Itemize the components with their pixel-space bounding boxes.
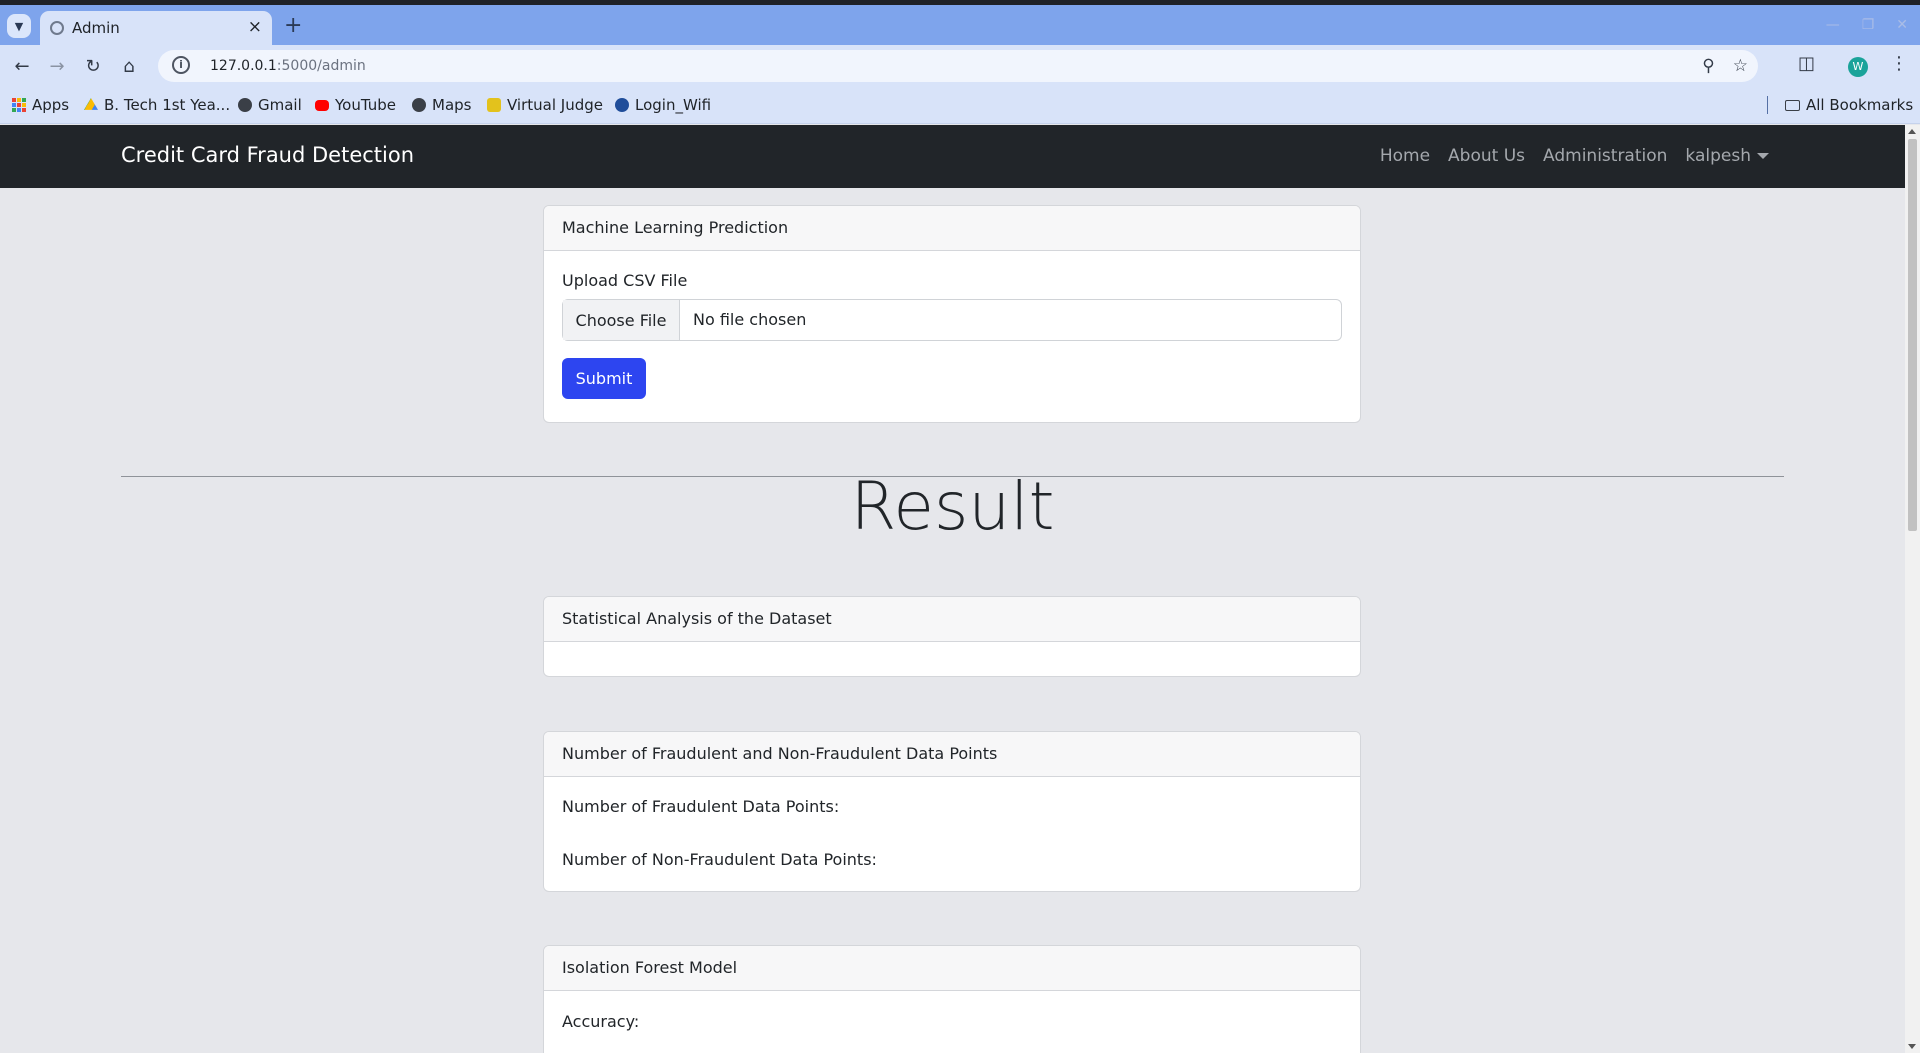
- chevron-down-icon: ▼: [14, 19, 24, 33]
- drive-icon: [84, 98, 98, 110]
- bookmark-gmail[interactable]: Gmail: [238, 96, 302, 114]
- menu-icon[interactable]: ⋮: [1890, 53, 1908, 74]
- iforest-card-header: Isolation Forest Model: [544, 946, 1360, 991]
- scroll-down-icon[interactable]: [1908, 1044, 1916, 1049]
- scroll-up-icon[interactable]: [1908, 129, 1916, 134]
- file-status: No file chosen: [693, 310, 807, 329]
- user-name: kalpesh: [1685, 146, 1751, 166]
- fraud-count-label: Number of Fraudulent Data Points:: [562, 797, 840, 816]
- site-navbar: Credit Card Fraud Detection Home About U…: [0, 125, 1905, 188]
- page-scrollbar[interactable]: [1905, 125, 1920, 1053]
- tab-bar: ▼ Admin × + — ❐ ✕: [0, 5, 1920, 45]
- reload-icon[interactable]: ↻: [80, 53, 106, 79]
- minimize-icon[interactable]: —: [1826, 17, 1840, 33]
- upload-card: Machine Learning Prediction Upload CSV F…: [543, 205, 1361, 423]
- bookmark-label: Virtual Judge: [507, 96, 603, 114]
- back-icon[interactable]: ←: [9, 53, 35, 79]
- site-brand[interactable]: Credit Card Fraud Detection: [121, 143, 414, 167]
- bookmarks-bar: Apps B. Tech 1st Yea... Gmail YouTube Ma…: [0, 87, 1920, 124]
- restore-icon[interactable]: ❐: [1862, 17, 1875, 33]
- browser-toolbar: ← → ↻ ⌂ i 127.0.0.1:5000/admin ⚲ ☆ ◫ W ⋮: [0, 45, 1920, 87]
- close-icon[interactable]: ×: [248, 17, 262, 37]
- nav-links: Home About Us Administration kalpesh: [1380, 146, 1769, 166]
- all-bookmarks-label: All Bookmarks: [1806, 96, 1914, 114]
- youtube-icon: [315, 99, 329, 111]
- nonfraud-count-label: Number of Non-Fraudulent Data Points:: [562, 850, 877, 869]
- nav-about-us[interactable]: About Us: [1448, 146, 1525, 166]
- tab-title: Admin: [72, 19, 120, 37]
- stats-card-header: Statistical Analysis of the Dataset: [544, 597, 1360, 642]
- url-path: :5000/admin: [276, 58, 366, 74]
- url-host: 127.0.0.1: [210, 58, 277, 74]
- virtual-judge-icon: [487, 98, 501, 112]
- bookmark-apps[interactable]: Apps: [12, 96, 69, 114]
- tab-search-button[interactable]: ▼: [7, 14, 31, 38]
- iforest-card: Isolation Forest Model Accuracy:: [543, 945, 1361, 1053]
- bookmark-label: Apps: [32, 96, 70, 114]
- upload-label: Upload CSV File: [562, 271, 688, 290]
- window-close-icon[interactable]: ✕: [1896, 17, 1908, 33]
- submit-button[interactable]: Submit: [562, 358, 646, 399]
- caret-down-icon: [1757, 153, 1769, 159]
- bookmark-label: Gmail: [258, 96, 302, 114]
- scroll-thumb[interactable]: [1908, 139, 1917, 531]
- counts-card-header: Number of Fraudulent and Non-Fraudulent …: [544, 732, 1360, 777]
- tab-admin[interactable]: Admin ×: [40, 11, 272, 45]
- bookmark-maps[interactable]: Maps: [412, 96, 471, 114]
- bookmark-login-wifi[interactable]: Login_Wifi: [615, 96, 711, 114]
- bookmark-youtube[interactable]: YouTube: [315, 96, 396, 114]
- choose-file-button[interactable]: Choose File: [563, 300, 680, 340]
- bookmark-label: Login_Wifi: [635, 96, 712, 114]
- bookmark-label: Maps: [432, 96, 472, 114]
- zoom-icon[interactable]: ⚲: [1702, 56, 1714, 76]
- upload-card-header: Machine Learning Prediction: [544, 206, 1360, 251]
- nav-administration[interactable]: Administration: [1543, 146, 1667, 166]
- profile-avatar[interactable]: W: [1848, 57, 1868, 77]
- bookmark-star-icon[interactable]: ☆: [1733, 56, 1748, 76]
- file-input[interactable]: Choose File No file chosen: [562, 299, 1342, 341]
- bookmark-btech[interactable]: B. Tech 1st Yea...: [84, 96, 230, 114]
- globe-icon: [412, 98, 426, 112]
- bookmark-virtual-judge[interactable]: Virtual Judge: [487, 96, 603, 114]
- accuracy-label: Accuracy:: [562, 1012, 640, 1031]
- home-icon[interactable]: ⌂: [116, 53, 142, 79]
- folder-icon: [1785, 99, 1800, 111]
- window-controls: — ❐ ✕: [1826, 17, 1908, 33]
- stats-card: Statistical Analysis of the Dataset: [543, 596, 1361, 677]
- login-wifi-icon: [615, 98, 629, 112]
- new-tab-icon[interactable]: +: [284, 13, 302, 38]
- globe-icon: [238, 98, 252, 112]
- user-dropdown[interactable]: kalpesh: [1685, 146, 1769, 166]
- extensions-icon[interactable]: ◫: [1798, 53, 1815, 74]
- counts-card: Number of Fraudulent and Non-Fraudulent …: [543, 731, 1361, 892]
- all-bookmarks-button[interactable]: All Bookmarks: [1785, 96, 1913, 114]
- address-bar[interactable]: i 127.0.0.1:5000/admin ⚲ ☆: [158, 50, 1758, 82]
- nav-home[interactable]: Home: [1380, 146, 1430, 166]
- bookmark-label: YouTube: [335, 96, 396, 114]
- globe-icon: [50, 21, 64, 35]
- forward-icon[interactable]: →: [44, 53, 70, 79]
- bookmark-label: B. Tech 1st Yea...: [104, 96, 231, 114]
- apps-icon: [12, 98, 26, 112]
- info-icon[interactable]: i: [172, 56, 190, 74]
- result-heading: Result: [850, 468, 1055, 545]
- bookmarks-separator: [1767, 96, 1768, 114]
- url-text[interactable]: 127.0.0.1:5000/admin: [210, 58, 366, 74]
